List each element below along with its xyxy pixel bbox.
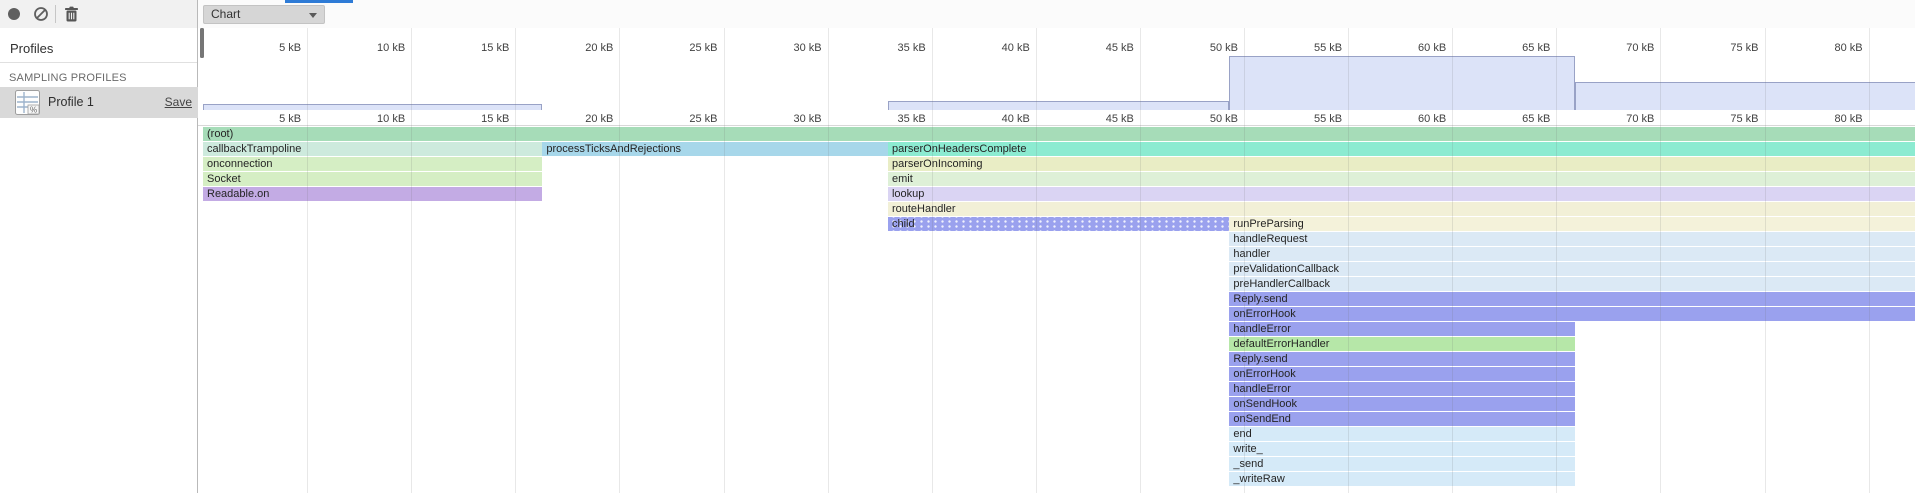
flame-segment-handler[interactable]: handler [1229, 247, 1915, 261]
flame-ruler-tick-label: 65 kB [1476, 112, 1550, 126]
overview-ruler-tick-label: 40 kB [956, 41, 1030, 55]
flame-segment-callbacktrampoline[interactable]: callbackTrampoline [203, 142, 542, 156]
toolbar-profile-actions [0, 0, 198, 28]
delete-profile-icon[interactable] [60, 0, 82, 28]
sampling-profiles-heading: SAMPLING PROFILES [9, 72, 127, 84]
gridline [1036, 28, 1037, 493]
gridline [411, 28, 412, 493]
flame-ruler-tick-label: 75 kB [1685, 112, 1759, 126]
flame-ruler-tick-label: 20 kB [539, 112, 613, 126]
overview-ruler-tick-label: 15 kB [435, 41, 509, 55]
flame-segment--send[interactable]: _send [1229, 457, 1575, 471]
flame-segment-handleerror[interactable]: handleError [1229, 382, 1575, 396]
flame-segment--writeraw[interactable]: _writeRaw [1229, 472, 1575, 486]
overview-step[interactable] [203, 104, 542, 110]
flame-ruler-tick-label: 25 kB [644, 112, 718, 126]
overview-ruler-tick-label: 70 kB [1580, 41, 1654, 55]
sidebar-divider [0, 62, 197, 63]
flame-segment-reply-send[interactable]: Reply.send [1229, 352, 1575, 366]
flame-segment-socket[interactable]: Socket [203, 172, 542, 186]
flame-ruler-tick-label: 5 kB [227, 112, 301, 126]
flame-segment-child[interactable]: child [888, 217, 1229, 231]
overview-ruler-tick-label: 45 kB [1060, 41, 1134, 55]
flame-segment-handlerequest[interactable]: handleRequest [1229, 232, 1915, 246]
save-profile-link[interactable]: Save [165, 95, 192, 109]
heap-profile-icon: % [14, 89, 41, 121]
flame-segment-onsendhook[interactable]: onSendHook [1229, 397, 1575, 411]
chart-toolbar: Chart [198, 0, 1915, 28]
flame-segment-runpreparsing[interactable]: runPreParsing [1229, 217, 1915, 231]
overview-ruler-tick-label: 25 kB [644, 41, 718, 55]
flame-ruler-tick-label: 45 kB [1060, 112, 1134, 126]
flame-segment-defaulterrorhandler[interactable]: defaultErrorHandler [1229, 337, 1575, 351]
flame-ruler-tick-label: 10 kB [331, 112, 405, 126]
flame-segment-emit[interactable]: emit [888, 172, 1915, 186]
overview-ruler-tick-label: 20 kB [539, 41, 613, 55]
overview-ruler-tick-label: 65 kB [1476, 41, 1550, 55]
flame-segment-end[interactable]: end [1229, 427, 1575, 441]
overview-ruler-tick-label: 80 kB [1789, 41, 1863, 55]
flame-segment-handleerror[interactable]: handleError [1229, 322, 1575, 336]
gridline [1140, 28, 1141, 493]
toolbar: Chart [0, 0, 1915, 28]
overview-ruler-tick-label: 10 kB [331, 41, 405, 55]
overview-ruler-tick-label: 60 kB [1372, 41, 1446, 55]
flame-ruler-tick-label: 60 kB [1372, 112, 1446, 126]
gridline [724, 28, 725, 493]
flame-ruler-tick-label: 30 kB [748, 112, 822, 126]
flame-segment-onerrorhook[interactable]: onErrorHook [1229, 307, 1915, 321]
flame-segment-processticksandrejections[interactable]: processTicksAndRejections [542, 142, 888, 156]
gridline [307, 28, 308, 493]
flame-ruler-tick-label: 15 kB [435, 112, 509, 126]
allocation-flame-chart[interactable]: 5 kB 5 kB 10 kB 10 kB 15 kB 15 kB 20 kB 20 kB 25… [198, 28, 1915, 493]
flame-segment-readable-on[interactable]: Readable.on [203, 187, 542, 201]
view-mode-select[interactable]: Chart [203, 5, 325, 24]
overview-ruler-tick-label: 35 kB [852, 41, 926, 55]
clear-all-profiles-icon[interactable] [31, 0, 51, 28]
overview-ruler-tick-label: 50 kB [1164, 41, 1238, 55]
svg-text:%: % [30, 106, 37, 115]
profiles-sidebar: Profiles SAMPLING PROFILES % Profile 1 S… [0, 28, 198, 493]
flame-segment-parseronincoming[interactable]: parserOnIncoming [888, 157, 1915, 171]
tab-accent-bar [285, 0, 353, 3]
flame-ruler-tick-label: 55 kB [1268, 112, 1342, 126]
overview-range-handle[interactable] [200, 28, 204, 58]
flame-segment-onconnection[interactable]: onconnection [203, 157, 542, 171]
overview-step[interactable] [1229, 56, 1575, 110]
flame-ruler-tick-label: 35 kB [852, 112, 926, 126]
gridline [932, 28, 933, 493]
flame-segment-routehandler[interactable]: routeHandler [888, 202, 1915, 216]
flame-segment-reply-send[interactable]: Reply.send [1229, 292, 1915, 306]
flame-segment-parseronheaderscomplete[interactable]: parserOnHeadersComplete [888, 142, 1915, 156]
flame-ruler-tick-label: 40 kB [956, 112, 1030, 126]
flame-ruler-tick-label: 70 kB [1580, 112, 1654, 126]
flame-ruler-tick-label: 80 kB [1789, 112, 1863, 126]
flame-ruler-tick-label: 50 kB [1164, 112, 1238, 126]
overview-ruler-tick-label: 30 kB [748, 41, 822, 55]
overview-step[interactable] [888, 101, 1229, 110]
overview-ruler-tick-label: 55 kB [1268, 41, 1342, 55]
sidebar-title: Profiles [10, 41, 53, 56]
flame-segment-lookup[interactable]: lookup [888, 187, 1915, 201]
overview-ruler-tick-label: 75 kB [1685, 41, 1759, 55]
overview-step[interactable] [1575, 82, 1915, 110]
flame-segment-onerrorhook[interactable]: onErrorHook [1229, 367, 1575, 381]
profile-name: Profile 1 [48, 95, 94, 109]
gridline [619, 28, 620, 493]
flame-segment-prehandlercallback[interactable]: preHandlerCallback [1229, 277, 1915, 291]
toolbar-separator [55, 5, 56, 23]
flame-segment-prevalidationcallback[interactable]: preValidationCallback [1229, 262, 1915, 276]
flame-segment-onsendend[interactable]: onSendEnd [1229, 412, 1575, 426]
gridline [515, 28, 516, 493]
chevron-down-icon [309, 13, 317, 18]
memory-profiler-panel: Chart Profiles SAMPLING PROFILES % Pr [0, 0, 1915, 493]
record-icon[interactable] [8, 8, 20, 20]
view-mode-value: Chart [211, 7, 240, 21]
gridline [828, 28, 829, 493]
flame-segment-write-[interactable]: write_ [1229, 442, 1575, 456]
overview-ruler-tick-label: 5 kB [227, 41, 301, 55]
flame-segment--root-[interactable]: (root) [203, 127, 1915, 141]
profile-list-item[interactable]: % Profile 1 Save [0, 87, 198, 118]
